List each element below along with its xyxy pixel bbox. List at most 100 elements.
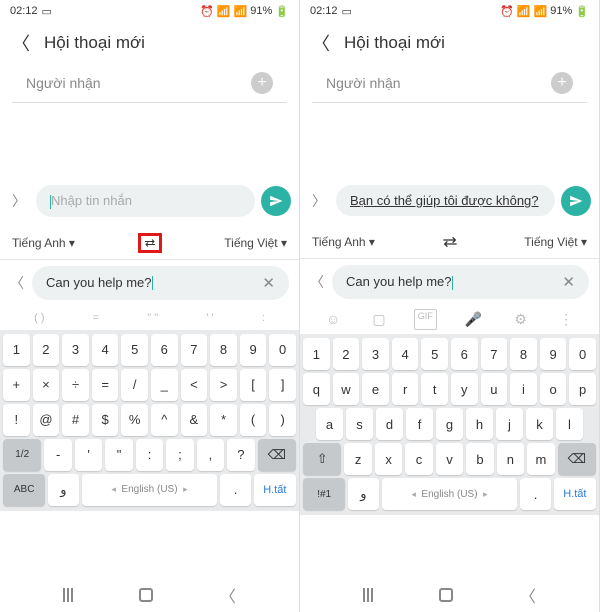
tool-dq[interactable]: " " xyxy=(143,310,162,326)
key-2[interactable]: 2 xyxy=(33,334,60,366)
tool-paren[interactable]: ( ) xyxy=(30,310,48,326)
space-key[interactable]: ◂ English (US) ▸ xyxy=(382,478,518,510)
key-rb[interactable]: ] xyxy=(269,369,296,401)
key-mult[interactable]: × xyxy=(33,369,60,401)
target-lang[interactable]: Tiếng Việt ▾ xyxy=(224,236,287,250)
key-o[interactable]: o xyxy=(540,373,567,405)
backspace-key[interactable]: ⌫ xyxy=(558,443,596,475)
nav-back[interactable]: 〈 xyxy=(520,583,536,607)
clear-icon[interactable]: ✕ xyxy=(562,273,575,291)
space-key[interactable]: ◂ English (US) ▸ xyxy=(82,474,218,506)
key-2[interactable]: 2 xyxy=(333,338,360,370)
key-i[interactable]: i xyxy=(510,373,537,405)
shift-key[interactable]: ⇧ xyxy=(303,443,341,475)
settings-icon[interactable]: ⚙ xyxy=(510,309,531,330)
send-button[interactable] xyxy=(261,186,291,216)
key-gt[interactable]: > xyxy=(210,369,237,401)
target-lang[interactable]: Tiếng Việt ▾ xyxy=(524,235,587,249)
key-4[interactable]: 4 xyxy=(392,338,419,370)
key-9[interactable]: 9 xyxy=(540,338,567,370)
done-key[interactable]: H.tất xyxy=(254,474,296,506)
recipient-field[interactable]: Người nhận + xyxy=(312,66,587,103)
key-comma2[interactable]: و xyxy=(48,474,78,506)
backspace-key[interactable]: ⌫ xyxy=(258,439,296,471)
key-page[interactable]: 1/2 xyxy=(3,439,41,471)
key-6[interactable]: 6 xyxy=(151,334,178,366)
key-x[interactable]: x xyxy=(375,443,402,475)
key-lb[interactable]: [ xyxy=(240,369,267,401)
message-input[interactable]: Bạn có thể giúp tôi được không? xyxy=(336,185,555,216)
clear-icon[interactable]: ✕ xyxy=(262,274,275,292)
key-k[interactable]: k xyxy=(526,408,553,440)
add-recipient-button[interactable]: + xyxy=(551,72,573,94)
key-9[interactable]: 9 xyxy=(240,334,267,366)
symbol-key[interactable]: !#1 xyxy=(303,478,345,510)
key-8[interactable]: 8 xyxy=(210,334,237,366)
key-plus[interactable]: + xyxy=(3,369,30,401)
key-quot[interactable]: " xyxy=(105,439,132,471)
key-4[interactable]: 4 xyxy=(92,334,119,366)
key-c[interactable]: c xyxy=(405,443,432,475)
key-7[interactable]: 7 xyxy=(481,338,508,370)
nav-home[interactable] xyxy=(139,588,153,602)
back-icon[interactable]: 〈 xyxy=(12,30,30,56)
source-lang[interactable]: Tiếng Anh ▾ xyxy=(12,236,75,250)
key-t[interactable]: t xyxy=(421,373,448,405)
key-b[interactable]: b xyxy=(466,443,493,475)
key-star[interactable]: * xyxy=(210,404,237,436)
expand-icon[interactable]: 〉 xyxy=(8,191,30,211)
key-y[interactable]: y xyxy=(451,373,478,405)
key-0[interactable]: 0 xyxy=(569,338,596,370)
gif-icon[interactable]: GIF xyxy=(414,309,437,330)
add-recipient-button[interactable]: + xyxy=(251,72,273,94)
key-8[interactable]: 8 xyxy=(510,338,537,370)
key-colon[interactable]: : xyxy=(136,439,163,471)
expand-icon[interactable]: 〉 xyxy=(308,191,330,211)
sticker-icon[interactable]: ▢ xyxy=(368,309,389,330)
key-w[interactable]: w xyxy=(333,373,360,405)
key-j[interactable]: j xyxy=(496,408,523,440)
translate-back-icon[interactable]: 〈 xyxy=(10,273,24,293)
back-icon[interactable]: 〈 xyxy=(312,30,330,56)
key-a[interactable]: a xyxy=(316,408,343,440)
key-6[interactable]: 6 xyxy=(451,338,478,370)
key-apos[interactable]: ' xyxy=(75,439,102,471)
key-semi[interactable]: ; xyxy=(166,439,193,471)
key-slash[interactable]: / xyxy=(121,369,148,401)
key-h[interactable]: h xyxy=(466,408,493,440)
source-lang[interactable]: Tiếng Anh ▾ xyxy=(312,235,375,249)
translate-input[interactable]: Can you help me? ✕ xyxy=(32,266,289,300)
nav-back[interactable]: 〈 xyxy=(220,583,236,607)
key-m[interactable]: m xyxy=(527,443,554,475)
key-amp[interactable]: & xyxy=(181,404,208,436)
key-e[interactable]: e xyxy=(362,373,389,405)
key-u[interactable]: u xyxy=(481,373,508,405)
key-v[interactable]: v xyxy=(436,443,463,475)
key-comma2[interactable]: و xyxy=(348,478,378,510)
tool-sq[interactable]: ' ' xyxy=(202,310,217,326)
nav-home[interactable] xyxy=(439,588,453,602)
key-pct[interactable]: % xyxy=(121,404,148,436)
key-under[interactable]: _ xyxy=(151,369,178,401)
key-f[interactable]: f xyxy=(406,408,433,440)
send-button[interactable] xyxy=(561,186,591,216)
nav-recent[interactable] xyxy=(363,588,373,602)
swap-lang-icon[interactable] xyxy=(438,232,462,252)
key-7[interactable]: 7 xyxy=(181,334,208,366)
key-l[interactable]: l xyxy=(556,408,583,440)
key-5[interactable]: 5 xyxy=(421,338,448,370)
key-comma[interactable]: , xyxy=(197,439,224,471)
key-lp[interactable]: ( xyxy=(240,404,267,436)
key-dot[interactable]: . xyxy=(220,474,250,506)
key-g[interactable]: g xyxy=(436,408,463,440)
key-1[interactable]: 1 xyxy=(3,334,30,366)
key-caret[interactable]: ^ xyxy=(151,404,178,436)
key-dollar[interactable]: $ xyxy=(92,404,119,436)
key-n[interactable]: n xyxy=(497,443,524,475)
tool-colon[interactable]: : xyxy=(258,310,269,326)
swap-lang-icon[interactable] xyxy=(138,233,162,253)
more-icon[interactable]: ⋮ xyxy=(555,309,577,330)
key-0[interactable]: 0 xyxy=(269,334,296,366)
tool-eq[interactable]: = xyxy=(89,310,103,326)
key-d[interactable]: d xyxy=(376,408,403,440)
